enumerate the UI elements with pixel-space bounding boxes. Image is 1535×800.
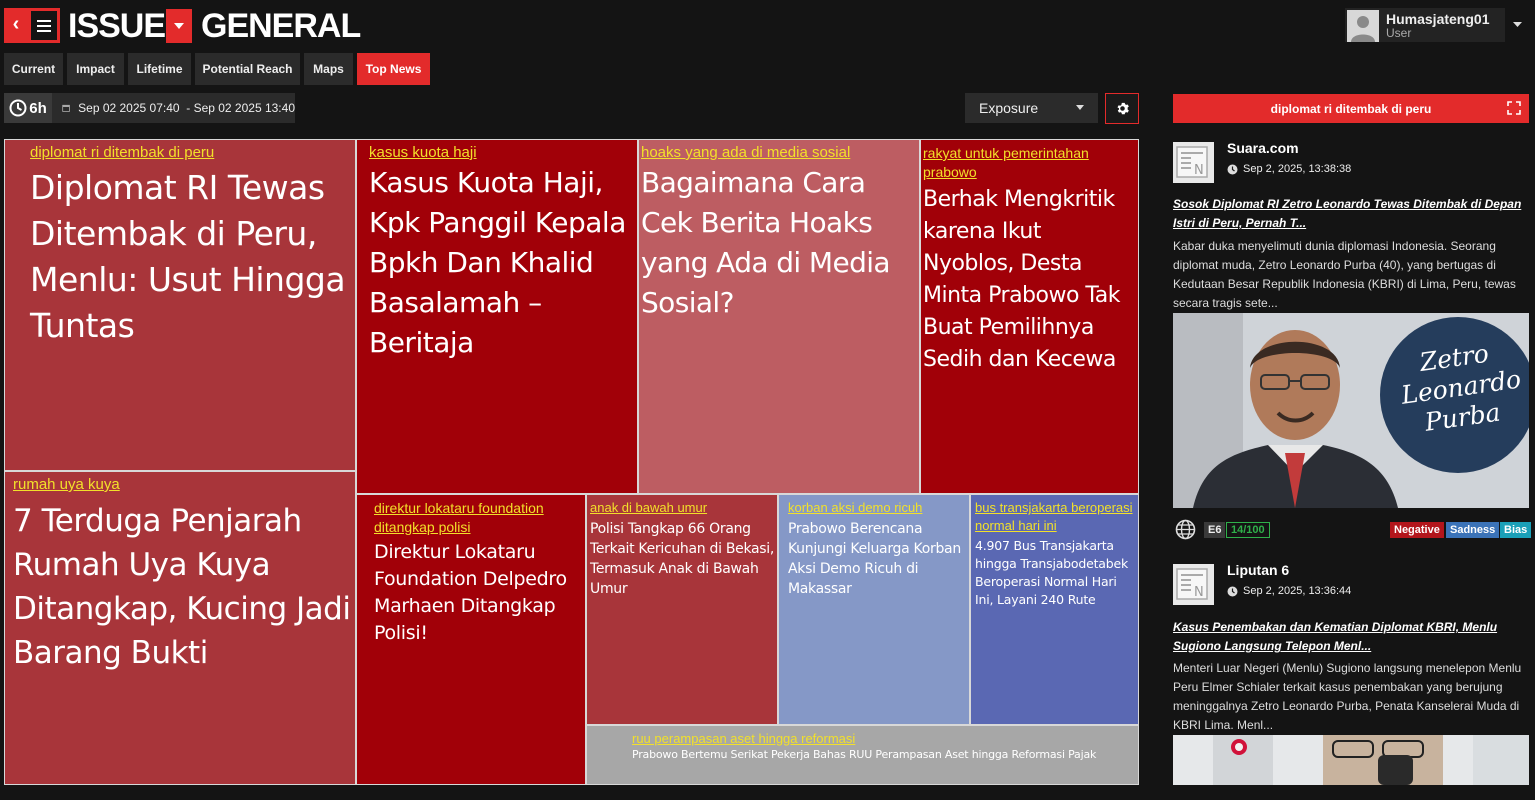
metric-select-value: Exposure <box>979 100 1039 116</box>
bias-tag[interactable]: Bias <box>1500 522 1532 538</box>
article-image: Zetro Leonardo Purba <box>1173 313 1529 508</box>
clock-history-icon <box>9 99 27 117</box>
news-source-icon: N <box>1173 564 1214 605</box>
topic-label[interactable]: hoaks yang ada di media sosial <box>641 144 919 161</box>
chevron-left-icon: ‹ <box>12 13 20 35</box>
headline[interactable]: Diplomat RI Tewas Ditembak di Peru, Menl… <box>30 165 355 349</box>
article-date: Sep 2, 2025, 13:38:38 <box>1227 163 1351 175</box>
article-date: Sep 2, 2025, 13:36:44 <box>1227 585 1351 597</box>
headline[interactable]: Kasus Kuota Haji, Kpk Panggil Kepala Bpk… <box>369 163 637 363</box>
article-source: Suara.com <box>1227 140 1299 156</box>
tab-lifetime[interactable]: Lifetime <box>128 53 191 85</box>
time-range-label: 6h <box>29 99 47 117</box>
treemap-cell-lokataru[interactable]: direktur lokataru foundation ditangkap p… <box>356 494 586 785</box>
article-title-link[interactable]: Sosok Diplomat RI Zetro Leonardo Tewas D… <box>1173 195 1523 233</box>
score-badge: 14/100 <box>1226 522 1270 538</box>
article-excerpt: Menteri Luar Negeri (Menlu) Sugiono lang… <box>1173 661 1522 732</box>
topic-label[interactable]: diplomat ri ditembak di peru <box>30 144 355 161</box>
headline[interactable]: Polisi Tangkap 66 Orang Terkait Kericuha… <box>590 519 775 599</box>
sentiment-tag[interactable]: Negative <box>1390 522 1444 538</box>
topic-label[interactable]: rakyat untuk pemerintahan prabowo <box>923 144 1138 182</box>
page-title-issue: ISSUE <box>68 7 166 45</box>
issue-dropdown-button[interactable] <box>166 9 192 43</box>
panel-topic-header: diplomat ri ditembak di peru <box>1173 94 1529 123</box>
expand-icon[interactable] <box>1507 101 1521 115</box>
calendar-icon <box>62 104 70 112</box>
treemap-cell-diplomat[interactable]: diplomat ri ditembak di peru Diplomat RI… <box>4 139 356 471</box>
article-source: Liputan 6 <box>1227 562 1290 578</box>
menu-button[interactable] <box>28 8 60 43</box>
news-source-icon: N <box>1173 142 1214 183</box>
metric-select[interactable]: Exposure <box>965 93 1098 123</box>
date-range-text: Sep 02 2025 07:40 - Sep 02 2025 13:40 <box>78 101 295 115</box>
exposure-badge: E6 <box>1204 522 1226 538</box>
svg-text:N: N <box>1194 585 1204 600</box>
headline[interactable]: Prabowo Berencana Kunjungi Keluarga Korb… <box>788 519 967 599</box>
topic-label[interactable]: direktur lokataru foundation ditangkap p… <box>374 499 579 537</box>
headline[interactable]: Direktur Lokataru Foundation Delpedro Ma… <box>374 539 579 647</box>
tab-maps[interactable]: Maps <box>304 53 353 85</box>
headline[interactable]: 7 Terduga Penjarah Rumah Uya Kuya Ditang… <box>13 499 355 675</box>
user-menu[interactable]: Humasjateng01 User <box>1345 8 1505 42</box>
user-role: User <box>1386 26 1412 40</box>
treemap-cell-hoaks[interactable]: hoaks yang ada di media sosial Bagaimana… <box>638 139 920 494</box>
treemap-cell-ruu[interactable]: ruu perampasan aset hingga reformasi Pra… <box>586 725 1139 785</box>
gear-icon <box>1116 102 1129 115</box>
caret-down-icon <box>1076 105 1084 110</box>
treemap-cell-kuota-haji[interactable]: kasus kuota haji Kasus Kuota Haji, Kpk P… <box>356 139 638 494</box>
headline[interactable]: Prabowo Bertemu Serikat Pekerja Bahas RU… <box>632 747 1138 763</box>
headline[interactable]: Bagaimana Cara Cek Berita Hoaks yang Ada… <box>641 163 919 323</box>
headline[interactable]: Berhak Mengkritik karena Ikut Nyoblos, D… <box>923 184 1138 376</box>
panel-topic-title: diplomat ri ditembak di peru <box>1270 101 1432 116</box>
topic-label[interactable]: kasus kuota haji <box>369 144 637 161</box>
emotion-tag[interactable]: Sadness <box>1446 522 1500 538</box>
treemap-cell-korban-demo[interactable]: korban aksi demo ricuh Prabowo Berencana… <box>778 494 970 725</box>
topic-label[interactable]: bus transjakarta beroperasi normal hari … <box>975 499 1136 535</box>
tab-top-news[interactable]: Top News <box>357 53 430 85</box>
treemap-cell-uya-kuya[interactable]: rumah uya kuya 7 Terduga Penjarah Rumah … <box>4 471 356 785</box>
article-title-link[interactable]: Kasus Penembakan dan Kematian Diplomat K… <box>1173 618 1523 656</box>
hamburger-icon <box>37 19 51 32</box>
page-title-general: GENERAL <box>201 7 361 45</box>
back-button[interactable]: ‹ <box>4 8 28 43</box>
user-caret-icon[interactable] <box>1513 22 1522 27</box>
tab-current[interactable]: Current <box>4 53 63 85</box>
headline[interactable]: 4.907 Bus Transjakarta hingga Transjabod… <box>975 537 1136 609</box>
tab-impact[interactable]: Impact <box>67 53 124 85</box>
svg-text:N: N <box>1194 163 1204 178</box>
topic-label[interactable]: korban aksi demo ricuh <box>788 499 967 517</box>
treemap-cell-transjakarta[interactable]: bus transjakarta beroperasi normal hari … <box>970 494 1139 725</box>
topic-label[interactable]: anak di bawah umur <box>590 499 775 517</box>
topic-label[interactable]: ruu perampasan aset hingga reformasi <box>632 730 1138 747</box>
article-image <box>1173 735 1529 785</box>
time-range-button[interactable]: 6h <box>4 93 52 123</box>
topic-label[interactable]: rumah uya kuya <box>13 476 355 493</box>
tab-potential-reach[interactable]: Potential Reach <box>195 53 300 85</box>
clock-icon <box>1227 586 1238 596</box>
caret-down-icon <box>174 23 184 29</box>
treemap-cell-anak[interactable]: anak di bawah umur Polisi Tangkap 66 Ora… <box>586 494 778 725</box>
article-excerpt: Kabar duka menyelimuti dunia diplomasi I… <box>1173 239 1516 310</box>
article-date-text: Sep 2, 2025, 13:36:44 <box>1243 585 1352 597</box>
article-date-text: Sep 2, 2025, 13:38:38 <box>1243 163 1352 175</box>
avatar <box>1347 10 1379 42</box>
user-name: Humasjateng01 <box>1386 11 1490 27</box>
settings-button[interactable] <box>1105 93 1139 124</box>
treemap-cell-rakyat[interactable]: rakyat untuk pemerintahan prabowo Berhak… <box>920 139 1139 494</box>
date-range-picker[interactable]: Sep 02 2025 07:40 - Sep 02 2025 13:40 <box>52 93 295 123</box>
globe-icon <box>1175 519 1196 540</box>
clock-icon <box>1227 164 1238 174</box>
